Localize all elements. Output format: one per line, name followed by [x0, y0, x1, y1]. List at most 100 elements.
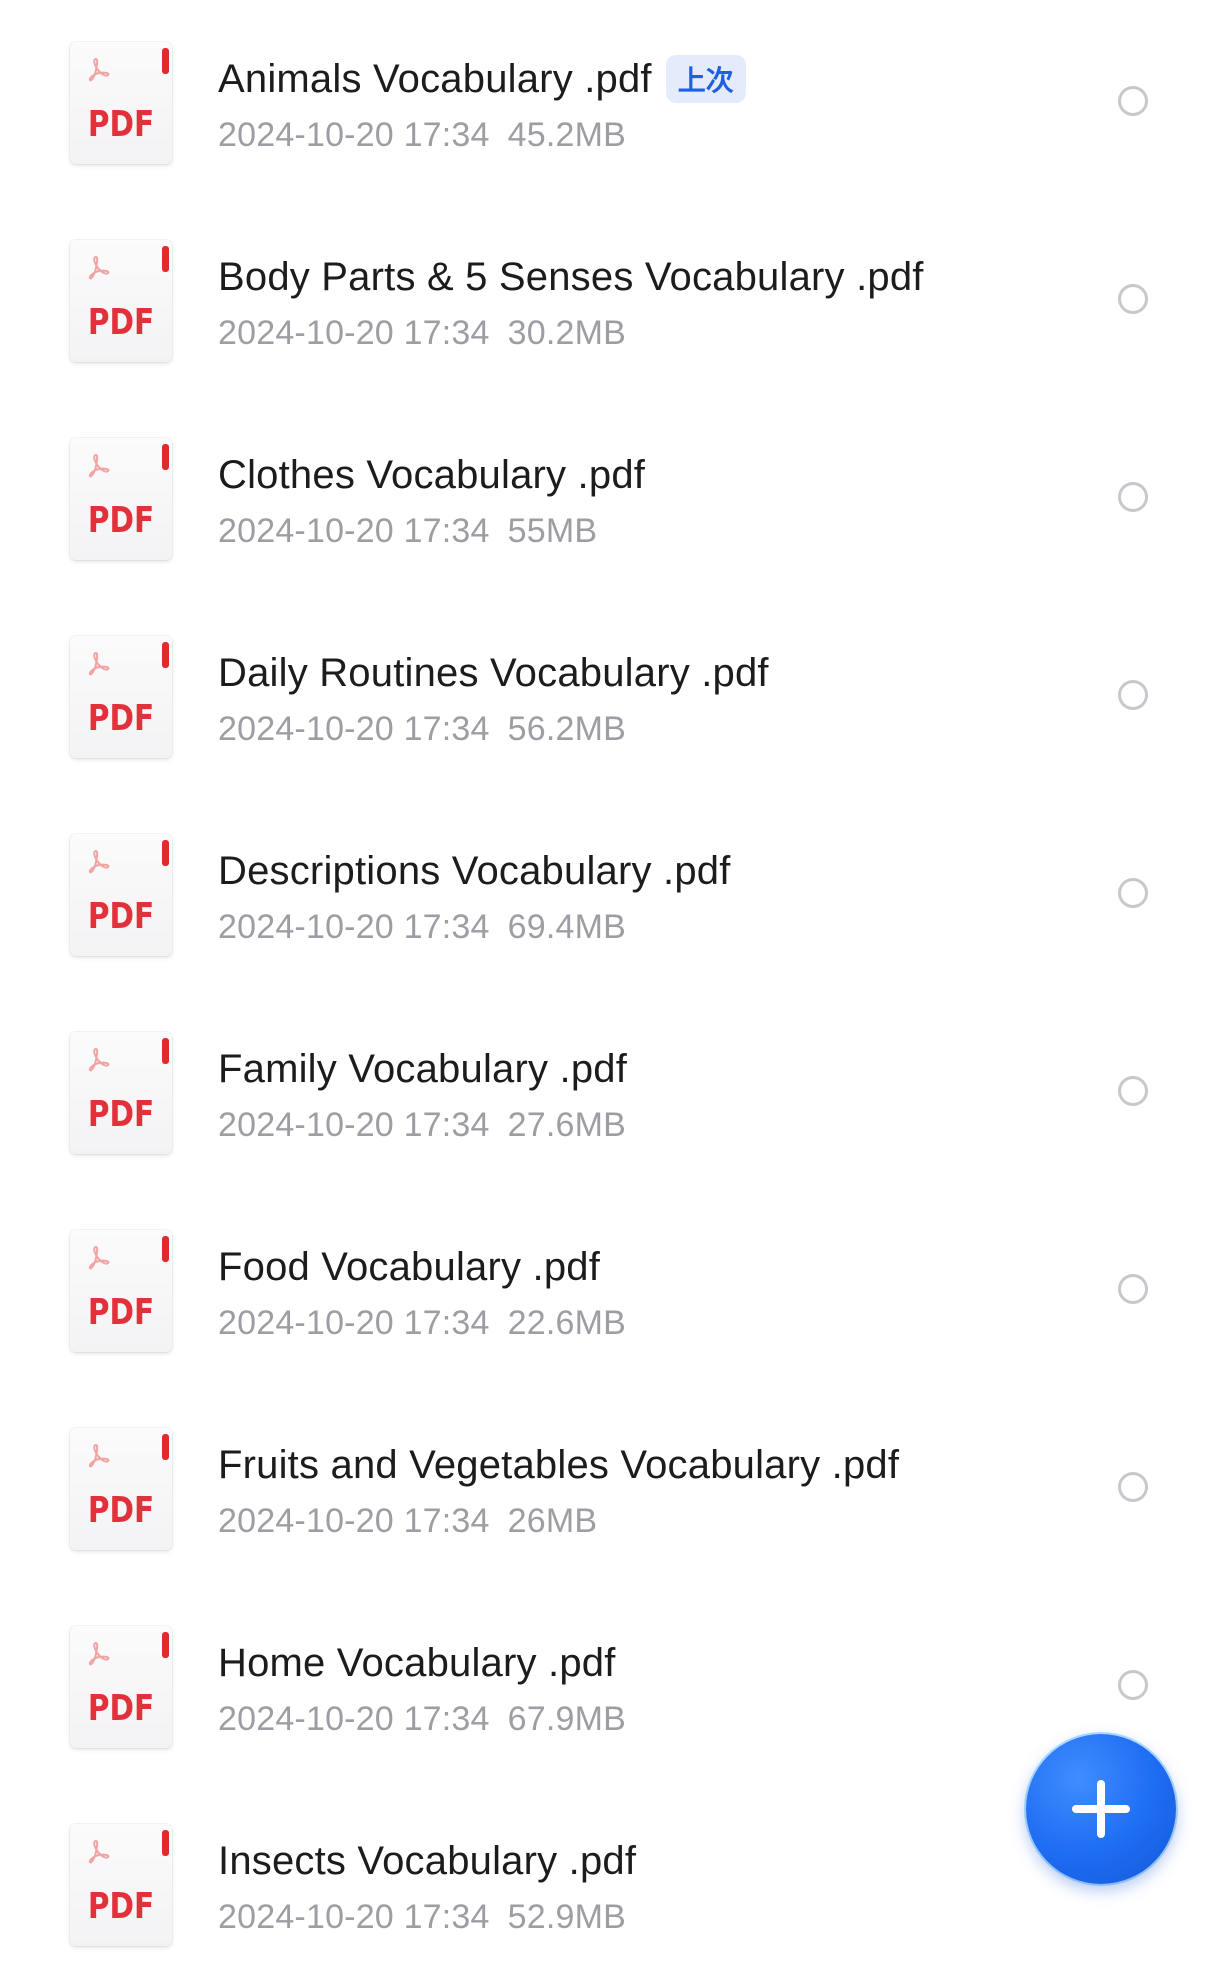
- pdf-label: PDF: [87, 1490, 155, 1531]
- file-size: 26MB: [507, 1502, 598, 1540]
- last-opened-badge: 上次: [665, 55, 746, 103]
- file-meta: 2024-10-20 17:34 27.6MB: [218, 1106, 626, 1145]
- select-radio[interactable]: [1118, 680, 1148, 710]
- list-item[interactable]: PDF Family Vocabulary .pdf 2024-10-20 17…: [0, 1032, 1220, 1182]
- acrobat-icon: [88, 255, 110, 280]
- acrobat-icon: [88, 849, 110, 874]
- file-meta: 2024-10-20 17:34 26MB: [218, 1502, 597, 1541]
- file-date: 2024-10-20 17:34: [218, 1700, 490, 1738]
- file-name-line: Food Vocabulary .pdf: [218, 1240, 600, 1294]
- list-item[interactable]: PDF Daily Routines Vocabulary .pdf 2024-…: [0, 636, 1220, 786]
- pdf-file-icon: PDF: [70, 1626, 172, 1748]
- file-size: 22.6MB: [507, 1304, 627, 1342]
- file-name: Family Vocabulary .pdf: [218, 1046, 628, 1091]
- file-name-line: Home Vocabulary .pdf: [218, 1636, 616, 1690]
- file-name-line: Fruits and Vegetables Vocabulary .pdf: [218, 1438, 899, 1492]
- file-name-line: Descriptions Vocabulary .pdf: [218, 844, 731, 898]
- acrobat-icon: [88, 1047, 110, 1072]
- acrobat-icon: [88, 57, 110, 82]
- file-name: Insects Vocabulary .pdf: [218, 1838, 637, 1883]
- file-size: 52.9MB: [507, 1898, 627, 1936]
- file-meta: 2024-10-20 17:34 52.9MB: [218, 1898, 626, 1937]
- file-name: Fruits and Vegetables Vocabulary .pdf: [218, 1442, 900, 1487]
- acrobat-icon: [88, 1641, 110, 1666]
- file-date: 2024-10-20 17:34: [218, 710, 490, 748]
- file-name-line: Family Vocabulary .pdf: [218, 1042, 627, 1096]
- file-list: PDF Animals Vocabulary .pdf 上次 2024-10-2…: [0, 0, 1220, 1946]
- file-size: 56.2MB: [507, 710, 627, 748]
- select-radio[interactable]: [1118, 1472, 1148, 1502]
- file-name-line: Clothes Vocabulary .pdf: [218, 448, 645, 502]
- pdf-label: PDF: [87, 1886, 155, 1927]
- pdf-corner-mark: [162, 1434, 169, 1460]
- file-date: 2024-10-20 17:34: [218, 314, 490, 352]
- pdf-label: PDF: [87, 1292, 155, 1333]
- file-name-line: Daily Routines Vocabulary .pdf: [218, 646, 769, 700]
- file-size: 45.2MB: [507, 116, 627, 154]
- file-size: 27.6MB: [507, 1106, 627, 1144]
- file-name-line: Animals Vocabulary .pdf 上次: [218, 52, 746, 106]
- file-size: 55MB: [507, 512, 598, 550]
- pdf-file-icon: PDF: [70, 1428, 172, 1550]
- file-name-line: Body Parts & 5 Senses Vocabulary .pdf: [218, 250, 924, 304]
- select-radio[interactable]: [1118, 482, 1148, 512]
- pdf-file-icon: PDF: [70, 240, 172, 362]
- file-name: Clothes Vocabulary .pdf: [218, 452, 646, 497]
- acrobat-icon: [88, 1443, 110, 1468]
- pdf-corner-mark: [162, 246, 169, 272]
- pdf-corner-mark: [162, 444, 169, 470]
- pdf-label: PDF: [87, 896, 155, 937]
- list-item[interactable]: PDF Descriptions Vocabulary .pdf 2024-10…: [0, 834, 1220, 984]
- file-meta: 2024-10-20 17:34 22.6MB: [218, 1304, 626, 1343]
- file-name: Animals Vocabulary .pdf: [218, 56, 652, 101]
- select-radio[interactable]: [1118, 1274, 1148, 1304]
- file-date: 2024-10-20 17:34: [218, 1106, 490, 1144]
- select-radio[interactable]: [1118, 284, 1148, 314]
- file-size: 30.2MB: [507, 314, 627, 352]
- file-date: 2024-10-20 17:34: [218, 116, 490, 154]
- file-meta: 2024-10-20 17:34 67.9MB: [218, 1700, 626, 1739]
- pdf-corner-mark: [162, 642, 169, 668]
- pdf-file-icon: PDF: [70, 42, 172, 164]
- file-date: 2024-10-20 17:34: [218, 908, 490, 946]
- pdf-file-icon: PDF: [70, 636, 172, 758]
- list-item[interactable]: PDF Food Vocabulary .pdf 2024-10-20 17:3…: [0, 1230, 1220, 1380]
- pdf-corner-mark: [162, 1236, 169, 1262]
- pdf-corner-mark: [162, 1830, 169, 1856]
- add-button[interactable]: [1026, 1734, 1176, 1884]
- pdf-corner-mark: [162, 840, 169, 866]
- list-item[interactable]: PDF Body Parts & 5 Senses Vocabulary .pd…: [0, 240, 1220, 390]
- select-radio[interactable]: [1118, 86, 1148, 116]
- select-radio[interactable]: [1118, 878, 1148, 908]
- pdf-file-icon: PDF: [70, 1824, 172, 1946]
- plus-icon-stroke: [1097, 1780, 1105, 1838]
- file-meta: 2024-10-20 17:34 69.4MB: [218, 908, 626, 947]
- pdf-label: PDF: [87, 104, 155, 145]
- file-size: 69.4MB: [507, 908, 627, 946]
- file-meta: 2024-10-20 17:34 56.2MB: [218, 710, 626, 749]
- list-item[interactable]: PDF Home Vocabulary .pdf 2024-10-20 17:3…: [0, 1626, 1220, 1776]
- pdf-corner-mark: [162, 1632, 169, 1658]
- list-item[interactable]: PDF Fruits and Vegetables Vocabulary .pd…: [0, 1428, 1220, 1578]
- file-date: 2024-10-20 17:34: [218, 512, 490, 550]
- select-radio[interactable]: [1118, 1076, 1148, 1106]
- acrobat-icon: [88, 1245, 110, 1270]
- file-meta: 2024-10-20 17:34 45.2MB: [218, 116, 626, 155]
- pdf-file-icon: PDF: [70, 1032, 172, 1154]
- file-name: Body Parts & 5 Senses Vocabulary .pdf: [218, 254, 924, 299]
- acrobat-icon: [88, 453, 110, 478]
- pdf-corner-mark: [162, 48, 169, 74]
- pdf-file-icon: PDF: [70, 834, 172, 956]
- acrobat-icon: [88, 1839, 110, 1864]
- file-name: Descriptions Vocabulary .pdf: [218, 848, 731, 893]
- file-date: 2024-10-20 17:34: [218, 1898, 490, 1936]
- list-item[interactable]: PDF Animals Vocabulary .pdf 上次 2024-10-2…: [0, 42, 1220, 192]
- pdf-label: PDF: [87, 1688, 155, 1729]
- list-item[interactable]: PDF Clothes Vocabulary .pdf 2024-10-20 1…: [0, 438, 1220, 588]
- file-name: Food Vocabulary .pdf: [218, 1244, 601, 1289]
- file-meta: 2024-10-20 17:34 30.2MB: [218, 314, 626, 353]
- file-size: 67.9MB: [507, 1700, 627, 1738]
- select-radio[interactable]: [1118, 1670, 1148, 1700]
- file-name: Home Vocabulary .pdf: [218, 1640, 616, 1685]
- pdf-label: PDF: [87, 1094, 155, 1135]
